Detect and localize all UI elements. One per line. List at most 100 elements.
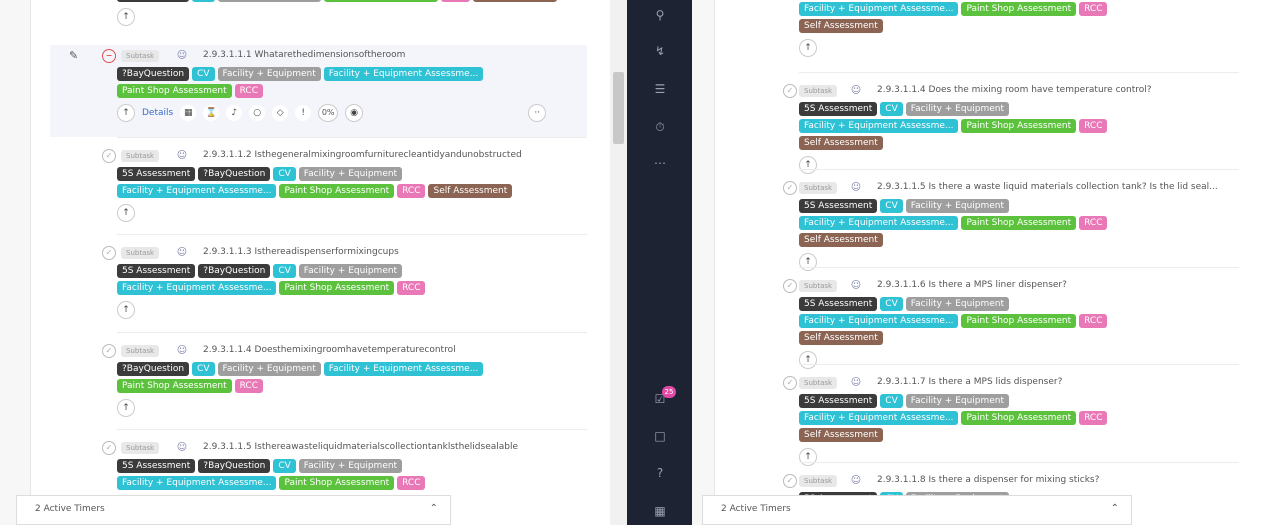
scrollbar-thumb[interactable] bbox=[613, 72, 624, 144]
tag-badge[interactable]: Self Assessment bbox=[799, 19, 883, 33]
more-options-icon[interactable]: ·· bbox=[528, 104, 547, 122]
bolt-icon[interactable]: ↯ bbox=[653, 44, 667, 58]
complete-check-icon[interactable]: ✓ bbox=[102, 441, 116, 455]
tag-badge[interactable]: Paint Shop Assessment bbox=[961, 411, 1077, 425]
tag-badge[interactable]: ?BayQuestion bbox=[117, 67, 190, 81]
tag-badge[interactable]: Paint Shop Assessment bbox=[323, 0, 439, 2]
progress-indicator[interactable]: 0% bbox=[318, 104, 339, 122]
complete-check-icon[interactable]: ✓ bbox=[783, 376, 797, 390]
info-icon[interactable]: ! bbox=[295, 105, 312, 121]
task-title[interactable]: 2.9.3.1.1.3 Isthereadispenserformixingcu… bbox=[203, 247, 399, 257]
move-up-icon[interactable]: ↑ bbox=[117, 104, 135, 122]
complete-check-icon[interactable]: ✓ bbox=[102, 149, 116, 163]
tag-badge[interactable]: Self Assessment bbox=[799, 136, 883, 150]
assignee-icon[interactable]: ☺ bbox=[849, 84, 863, 98]
move-up-icon[interactable]: ↑ bbox=[799, 156, 817, 174]
chevron-up-icon[interactable]: ⌃ bbox=[430, 496, 438, 522]
tag-badge[interactable]: Facility + Equipment Assessme... bbox=[799, 2, 959, 16]
help-icon[interactable]: ? bbox=[653, 466, 667, 480]
task-title[interactable]: 2.9.3.1.1.4 Doesthemixingroomhavetempera… bbox=[203, 345, 456, 355]
tag-badge[interactable]: 5S Assessment bbox=[799, 199, 878, 213]
move-up-icon[interactable]: ↑ bbox=[799, 351, 817, 369]
move-up-icon[interactable]: ↑ bbox=[799, 448, 817, 466]
task-title[interactable]: 2.9.3.1.1.6 Is there a MPS liner dispens… bbox=[877, 280, 1067, 290]
tag-badge[interactable]: Self Assessment bbox=[799, 331, 883, 345]
move-up-icon[interactable]: ↑ bbox=[117, 399, 135, 417]
tag-badge[interactable]: 5S Assessment bbox=[799, 102, 878, 116]
tag-badge[interactable]: Facility + Equipment Assessme... bbox=[799, 119, 959, 133]
move-up-icon[interactable]: ↑ bbox=[117, 8, 135, 26]
tag-badge[interactable]: 5S Assessment bbox=[799, 394, 878, 408]
tag-badge[interactable]: CV bbox=[273, 264, 296, 278]
tag-badge[interactable]: Paint Shop Assessment bbox=[279, 281, 395, 295]
calendar-icon[interactable]: ▦ bbox=[180, 105, 197, 121]
bell-icon[interactable]: ♪ bbox=[226, 105, 243, 121]
tag-badge[interactable]: Paint Shop Assessment bbox=[961, 314, 1077, 328]
assignee-icon[interactable]: ☺ bbox=[175, 49, 189, 63]
tag-badge[interactable]: Facility + Equipment Assessme... bbox=[323, 362, 484, 376]
tag-badge[interactable]: Facility + Equipment bbox=[905, 394, 1010, 408]
tag-badge[interactable]: Facility + Equipment Assessme... bbox=[323, 67, 484, 81]
tag-badge[interactable]: CV bbox=[192, 67, 215, 81]
tag-badge[interactable]: CV bbox=[192, 362, 215, 376]
tag-badge[interactable]: Facility + Equipment bbox=[217, 362, 321, 376]
tag-badge[interactable]: Paint Shop Assessment bbox=[961, 216, 1077, 230]
tag-badge[interactable]: Facility + Equipment Assessme... bbox=[117, 184, 277, 198]
task-title[interactable]: 2.9.3.1.1.5 Isthereawasteliquidmaterials… bbox=[203, 442, 518, 452]
tag-badge[interactable]: Paint Shop Assessment bbox=[279, 476, 395, 490]
tag-badge[interactable]: ?BayQuestion bbox=[198, 459, 271, 473]
tag-badge[interactable]: RCC bbox=[397, 476, 426, 490]
tag-badge[interactable]: 5S Assessment bbox=[117, 264, 196, 278]
tag-badge[interactable]: CV bbox=[880, 394, 903, 408]
assignee-icon[interactable]: ☺ bbox=[175, 149, 189, 163]
assignee-icon[interactable]: ☺ bbox=[175, 344, 189, 358]
complete-check-icon[interactable]: ✓ bbox=[102, 246, 116, 260]
tag-badge[interactable]: CV bbox=[880, 102, 903, 116]
tag-badge[interactable]: Paint Shop Assessment bbox=[279, 184, 395, 198]
move-up-icon[interactable]: ↑ bbox=[117, 301, 135, 319]
task-title[interactable]: 2.9.3.1.1.8 Is there a dispenser for mix… bbox=[877, 475, 1099, 485]
tag-badge[interactable]: Self Assessment bbox=[428, 184, 513, 198]
watch-icon[interactable]: ◉ bbox=[345, 104, 364, 122]
tag-badge[interactable]: Facility + Equipment bbox=[217, 0, 321, 2]
tag-badge[interactable]: RCC bbox=[397, 281, 426, 295]
tag-badge[interactable]: Self Assessment bbox=[472, 0, 557, 2]
tag-badge[interactable]: Facility + Equipment Assessme... bbox=[117, 476, 277, 490]
tag-badge[interactable]: Paint Shop Assessment bbox=[961, 119, 1077, 133]
complete-check-icon[interactable]: ✓ bbox=[783, 279, 797, 293]
assignee-icon[interactable]: ☺ bbox=[175, 246, 189, 260]
tag-badge[interactable]: Facility + Equipment Assessme... bbox=[799, 216, 959, 230]
tag-badge[interactable]: Facility + Equipment Assessme... bbox=[799, 411, 959, 425]
tag-badge[interactable]: Facility + Equipment Assessme... bbox=[117, 281, 277, 295]
tag-badge[interactable]: RCC bbox=[441, 0, 470, 2]
scrollbar[interactable] bbox=[610, 0, 627, 525]
edit-icon[interactable]: ✎ bbox=[69, 49, 78, 62]
tag-badge[interactable]: RCC bbox=[234, 84, 263, 98]
assignee-icon[interactable]: ☺ bbox=[849, 279, 863, 293]
tag-badge[interactable]: RCC bbox=[1079, 119, 1108, 133]
comment-icon[interactable]: ○ bbox=[249, 105, 266, 121]
move-up-icon[interactable]: ↑ bbox=[799, 39, 817, 57]
apps-icon[interactable]: ▦ bbox=[653, 504, 667, 518]
tag-badge[interactable]: Facility + Equipment bbox=[298, 264, 403, 278]
tag-badge[interactable]: Self Assessment bbox=[799, 428, 883, 442]
remove-icon[interactable]: − bbox=[102, 49, 116, 63]
chevron-up-icon[interactable]: ⌃ bbox=[1111, 496, 1119, 522]
assignee-icon[interactable]: ☺ bbox=[849, 181, 863, 195]
tag-badge[interactable]: ?BayQuestion bbox=[198, 264, 271, 278]
timer-icon[interactable]: ⏱ bbox=[653, 120, 667, 134]
tag-badge[interactable]: Facility + Equipment bbox=[905, 297, 1010, 311]
tag-badge[interactable]: Facility + Equipment bbox=[905, 102, 1010, 116]
tag-badge[interactable]: RCC bbox=[397, 184, 426, 198]
more-icon[interactable]: ⋯ bbox=[653, 156, 667, 170]
tag-badge[interactable]: CV bbox=[273, 459, 296, 473]
task-title[interactable]: 2.9.3.1.1.1 Whatarethedimensionsoftheroo… bbox=[203, 50, 405, 60]
assignee-icon[interactable]: ☺ bbox=[849, 376, 863, 390]
tag-badge[interactable]: Facility + Equipment bbox=[298, 167, 403, 181]
tag-icon[interactable]: ◇ bbox=[272, 105, 289, 121]
task-title[interactable]: 2.9.3.1.1.7 Is there a MPS lids dispense… bbox=[877, 377, 1062, 387]
tag-badge[interactable]: 5S Assessment bbox=[799, 297, 878, 311]
tag-badge[interactable]: RCC bbox=[1079, 2, 1108, 16]
tag-badge[interactable]: 5S Assessment bbox=[117, 167, 196, 181]
assignee-icon[interactable]: ☺ bbox=[175, 441, 189, 455]
